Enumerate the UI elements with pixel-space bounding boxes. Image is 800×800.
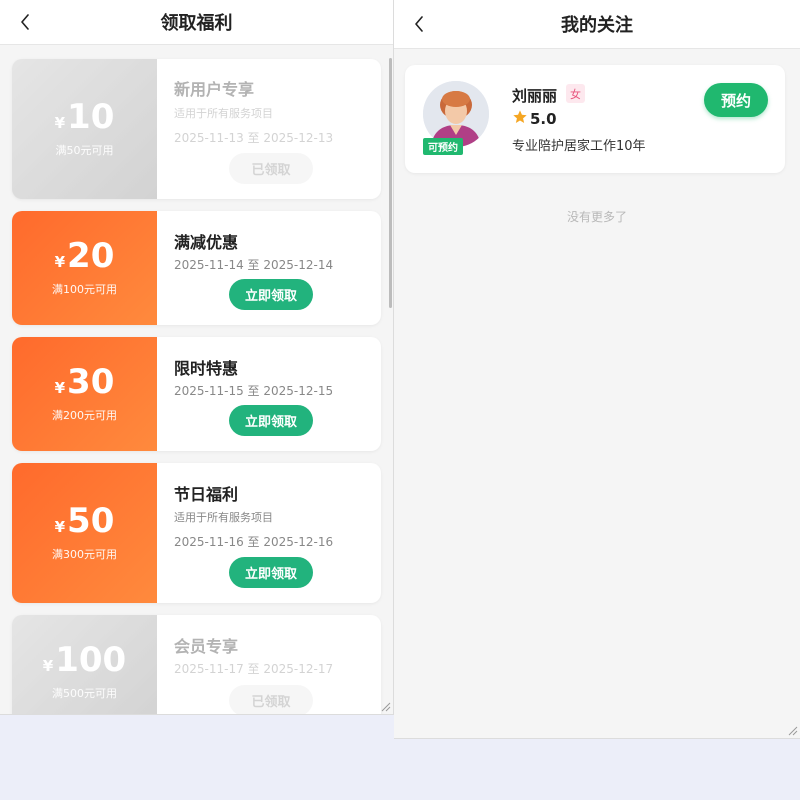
- rating: 5.0: [512, 109, 557, 129]
- caregiver-name: 刘丽丽: [512, 87, 558, 105]
- coupon-validity: 2025-11-15 至 2025-12-15: [174, 384, 334, 398]
- coupon-validity: 2025-11-16 至 2025-12-16: [174, 535, 334, 549]
- header-bar: 我的关注: [394, 0, 800, 49]
- my-follows-panel: 我的关注 可预约 刘丽丽 女 5.0 专业陪护居家工作10年 预约 没有更多了: [394, 0, 800, 739]
- currency-symbol: ¥: [42, 657, 54, 675]
- coupon-value-panel: ¥ 50 满300元可用: [12, 463, 157, 603]
- back-button[interactable]: [18, 14, 32, 30]
- coupon-name: 限时特惠: [174, 359, 239, 378]
- coupon-name: 会员专享: [174, 637, 239, 656]
- coupon-name: 满减优惠: [174, 233, 239, 252]
- caregiver-card[interactable]: 可预约 刘丽丽 女 5.0 专业陪护居家工作10年 预约: [405, 65, 785, 173]
- claimed-button: 已领取: [229, 685, 313, 714]
- coupon-condition: 满300元可用: [52, 548, 117, 561]
- coupon-validity: 2025-11-17 至 2025-12-17: [174, 662, 334, 676]
- coupon-validity: 2025-11-14 至 2025-12-14: [174, 258, 334, 272]
- coupon-card: ¥ 30 满200元可用 限时特惠 2025-11-15 至 2025-12-1…: [12, 337, 381, 451]
- chevron-left-icon: [414, 16, 424, 32]
- claim-button[interactable]: 立即领取: [229, 279, 313, 310]
- coupon-amount: 50: [67, 501, 115, 541]
- coupon-condition: 满50元可用: [55, 144, 114, 157]
- coupon-card: ¥ 20 满100元可用 满减优惠 2025-11-14 至 2025-12-1…: [12, 211, 381, 325]
- coupon-condition: 满200元可用: [52, 409, 117, 422]
- coupon-amount: 30: [67, 362, 115, 402]
- gender-tag: 女: [566, 84, 585, 103]
- coupon-card: ¥ 10 满50元可用 新用户专享 适用于所有服务项目 2025-11-13 至…: [12, 59, 381, 199]
- page-title: 我的关注: [561, 15, 633, 36]
- star-icon: [512, 109, 530, 129]
- currency-symbol: ¥: [54, 114, 66, 132]
- available-badge: 可预约: [423, 138, 463, 155]
- resize-grip-icon[interactable]: [381, 702, 391, 712]
- currency-symbol: ¥: [54, 518, 66, 536]
- currency-symbol: ¥: [54, 253, 66, 271]
- coupon-value-panel: ¥ 10 满50元可用: [12, 59, 157, 199]
- no-more-text: 没有更多了: [566, 210, 627, 224]
- coupon-amount: 20: [67, 236, 115, 276]
- resize-grip-icon[interactable]: [788, 726, 798, 736]
- scrollbar-thumb[interactable]: [389, 58, 392, 308]
- coupon-condition: 满100元可用: [52, 283, 117, 296]
- coupon-scope: 适用于所有服务项目: [174, 107, 273, 120]
- coupon-center-panel: 领取福利 ¥ 10 满50元可用 新用户专享 适用于所有服务项目 2025-11…: [0, 0, 394, 715]
- coupon-name: 节日福利: [174, 485, 239, 504]
- claim-button[interactable]: 立即领取: [229, 557, 313, 588]
- claim-button[interactable]: 立即领取: [229, 405, 313, 436]
- coupon-condition: 满500元可用: [52, 687, 117, 700]
- claimed-button: 已领取: [229, 153, 313, 184]
- coupon-validity: 2025-11-13 至 2025-12-13: [174, 131, 334, 145]
- coupon-value-panel: ¥ 100 满500元可用: [12, 615, 157, 714]
- coupon-card: ¥ 100 满500元可用 会员专享 2025-11-17 至 2025-12-…: [12, 615, 381, 714]
- page-title: 领取福利: [160, 13, 233, 34]
- coupon-value-panel: ¥ 20 满100元可用: [12, 211, 157, 325]
- coupon-amount: 100: [55, 640, 127, 680]
- back-button[interactable]: [412, 16, 426, 32]
- coupon-value-panel: ¥ 30 满200元可用: [12, 337, 157, 451]
- rating-value: 5.0: [530, 110, 557, 128]
- book-button[interactable]: 预约: [704, 83, 768, 117]
- coupon-card: ¥ 50 满300元可用 节日福利 适用于所有服务项目 2025-11-16 至…: [12, 463, 381, 603]
- caregiver-description: 专业陪护居家工作10年: [512, 139, 646, 154]
- header-bar: 领取福利: [0, 0, 393, 45]
- coupon-scope: 适用于所有服务项目: [174, 511, 273, 524]
- currency-symbol: ¥: [54, 379, 66, 397]
- coupon-amount: 10: [67, 97, 115, 137]
- chevron-left-icon: [20, 14, 30, 30]
- coupon-name: 新用户专享: [174, 80, 255, 99]
